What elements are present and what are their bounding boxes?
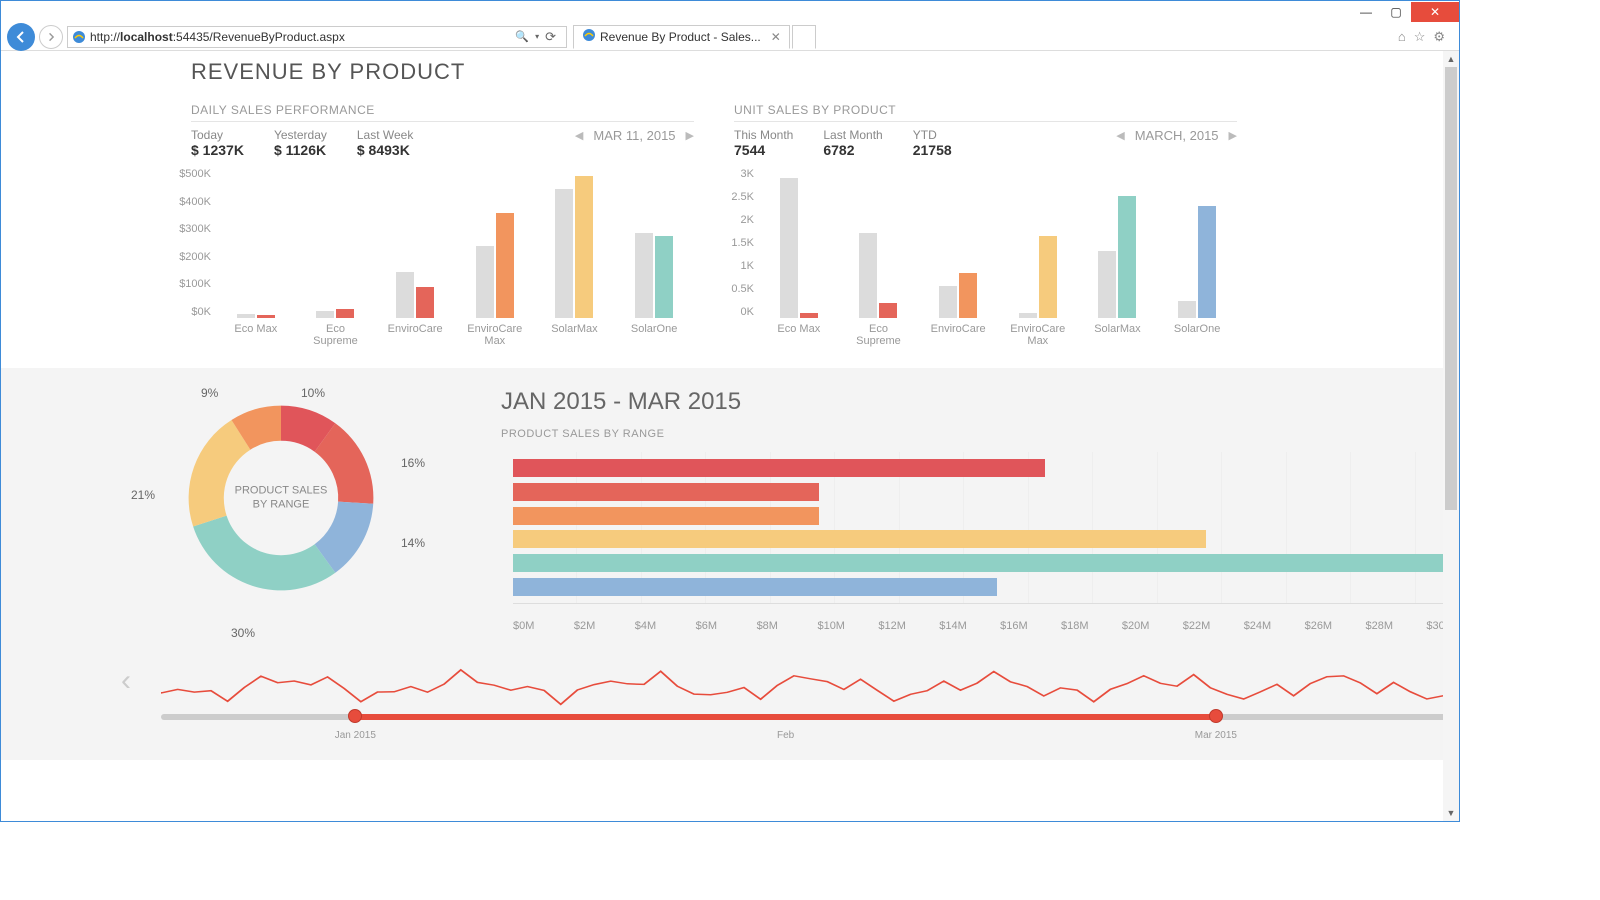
new-tab-button[interactable] xyxy=(792,25,816,49)
donut-chart: PRODUCT SALES BY RANGE 10%16%14%30%21%9% xyxy=(101,388,461,608)
slider-tick-label: Mar 2015 xyxy=(1195,730,1237,741)
nav-forward-button[interactable] xyxy=(39,25,63,49)
range-prev-button[interactable]: ‹ xyxy=(121,664,131,698)
date-prev-button[interactable]: ◀ xyxy=(1116,129,1124,142)
donut-center-text: BY RANGE xyxy=(235,498,328,512)
stat-label: Yesterday xyxy=(274,128,327,142)
panel-title: UNIT SALES BY PRODUCT xyxy=(734,103,1237,122)
donut-center-text: PRODUCT SALES xyxy=(235,484,328,498)
range-slider-handle-end[interactable] xyxy=(1209,709,1223,723)
window-maximize-button[interactable]: ▢ xyxy=(1381,2,1411,22)
stat-value: 7544 xyxy=(734,142,793,158)
stat-label: YTD xyxy=(913,128,952,142)
tab-close-icon[interactable]: ✕ xyxy=(771,30,781,44)
ie-icon xyxy=(72,30,86,44)
unit-sales-panel: UNIT SALES BY PRODUCT This Month7544 Las… xyxy=(734,103,1237,348)
daily-sales-chart: $500K$400K$300K$200K$100K$0KEco MaxEco S… xyxy=(161,168,694,348)
range-slider-selection xyxy=(355,714,1216,720)
sparkline-chart xyxy=(161,662,1459,712)
nav-back-button[interactable] xyxy=(7,23,35,51)
range-slider-handle-start[interactable] xyxy=(348,709,362,723)
stat-label: Last Month xyxy=(823,128,882,142)
date-next-button[interactable]: ▶ xyxy=(1229,129,1237,142)
stat-value: $ 1237K xyxy=(191,142,244,158)
stat-value: $ 8493K xyxy=(357,142,413,158)
url-text: http://localhost:54435/RevenueByProduct.… xyxy=(90,30,345,44)
stat-label: Last Week xyxy=(357,128,413,142)
tab-title: Revenue By Product - Sales... xyxy=(600,30,761,44)
date-current: MARCH, 2015 xyxy=(1135,128,1219,143)
home-icon[interactable]: ⌂ xyxy=(1398,29,1406,45)
daily-sales-panel: DAILY SALES PERFORMANCE Today$ 1237K Yes… xyxy=(191,103,694,348)
range-slider-section: ‹ › Jan 2015 Feb Mar 2015 xyxy=(101,652,1459,760)
window-minimize-button[interactable]: — xyxy=(1351,2,1381,22)
window-titlebar: — ▢ ✕ xyxy=(1,1,1459,23)
range-title: JAN 2015 - MAR 2015 xyxy=(501,388,1459,416)
unit-sales-chart: 3K2.5K2K1.5K1K0.5K0KEco MaxEco SupremeEn… xyxy=(704,168,1237,348)
settings-icon[interactable]: ⚙ xyxy=(1433,29,1445,45)
favorites-icon[interactable]: ☆ xyxy=(1414,29,1426,45)
date-prev-button[interactable]: ◀ xyxy=(575,129,583,142)
slider-tick-label: Jan 2015 xyxy=(335,730,376,741)
panel-title: DAILY SALES PERFORMANCE xyxy=(191,103,694,122)
range-slider-track[interactable] xyxy=(161,714,1459,720)
scroll-up-icon[interactable]: ▲ xyxy=(1443,51,1459,67)
stat-value: 6782 xyxy=(823,142,882,158)
browser-tab[interactable]: Revenue By Product - Sales... ✕ xyxy=(573,25,790,49)
url-bar[interactable]: http://localhost:54435/RevenueByProduct.… xyxy=(67,26,567,48)
ie-icon xyxy=(582,28,596,45)
stat-value: 21758 xyxy=(913,142,952,158)
stat-value: $ 1126K xyxy=(274,142,327,158)
scroll-thumb[interactable] xyxy=(1445,67,1457,510)
date-next-button[interactable]: ▶ xyxy=(686,129,694,142)
search-icon[interactable]: 🔍 xyxy=(515,30,529,43)
scroll-down-icon[interactable]: ▼ xyxy=(1443,805,1459,821)
page-title: REVENUE BY PRODUCT xyxy=(191,59,1459,85)
window-close-button[interactable]: ✕ xyxy=(1411,2,1459,22)
product-sales-hbar-chart: $0M$2M$4M$6M$8M$10M$12M$14M$16M$18M$20M$… xyxy=(501,452,1459,632)
range-subtitle: PRODUCT SALES BY RANGE xyxy=(501,428,1459,440)
dropdown-icon[interactable]: ▾ xyxy=(535,32,539,41)
stat-label: This Month xyxy=(734,128,793,142)
vertical-scrollbar[interactable]: ▲ ▼ xyxy=(1443,51,1459,821)
date-current: MAR 11, 2015 xyxy=(593,128,675,143)
slider-tick-label: Feb xyxy=(777,730,794,741)
stat-label: Today xyxy=(191,128,244,142)
browser-navbar: http://localhost:54435/RevenueByProduct.… xyxy=(1,23,1459,51)
refresh-icon[interactable]: ⟳ xyxy=(545,29,556,45)
